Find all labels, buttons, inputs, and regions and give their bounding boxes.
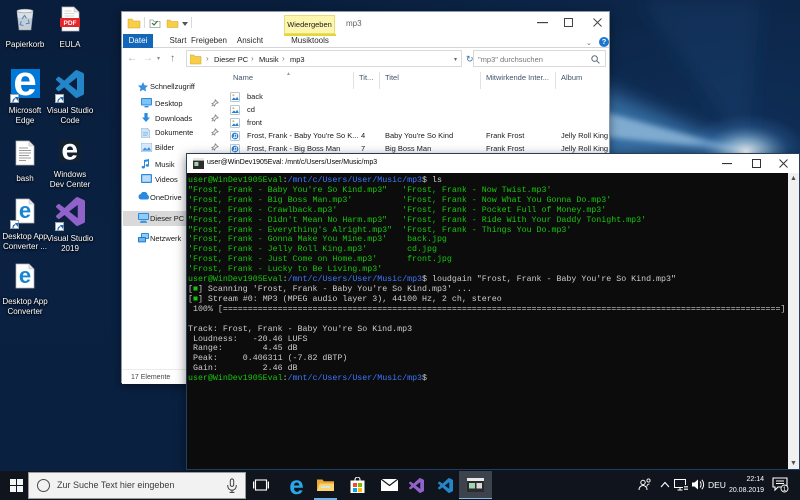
svg-text:PDF: PDF bbox=[64, 20, 77, 27]
svg-text:e: e bbox=[19, 198, 31, 223]
svg-text:e: e bbox=[289, 476, 303, 496]
svg-text:e: e bbox=[61, 140, 78, 162]
svg-text:e: e bbox=[19, 263, 31, 288]
